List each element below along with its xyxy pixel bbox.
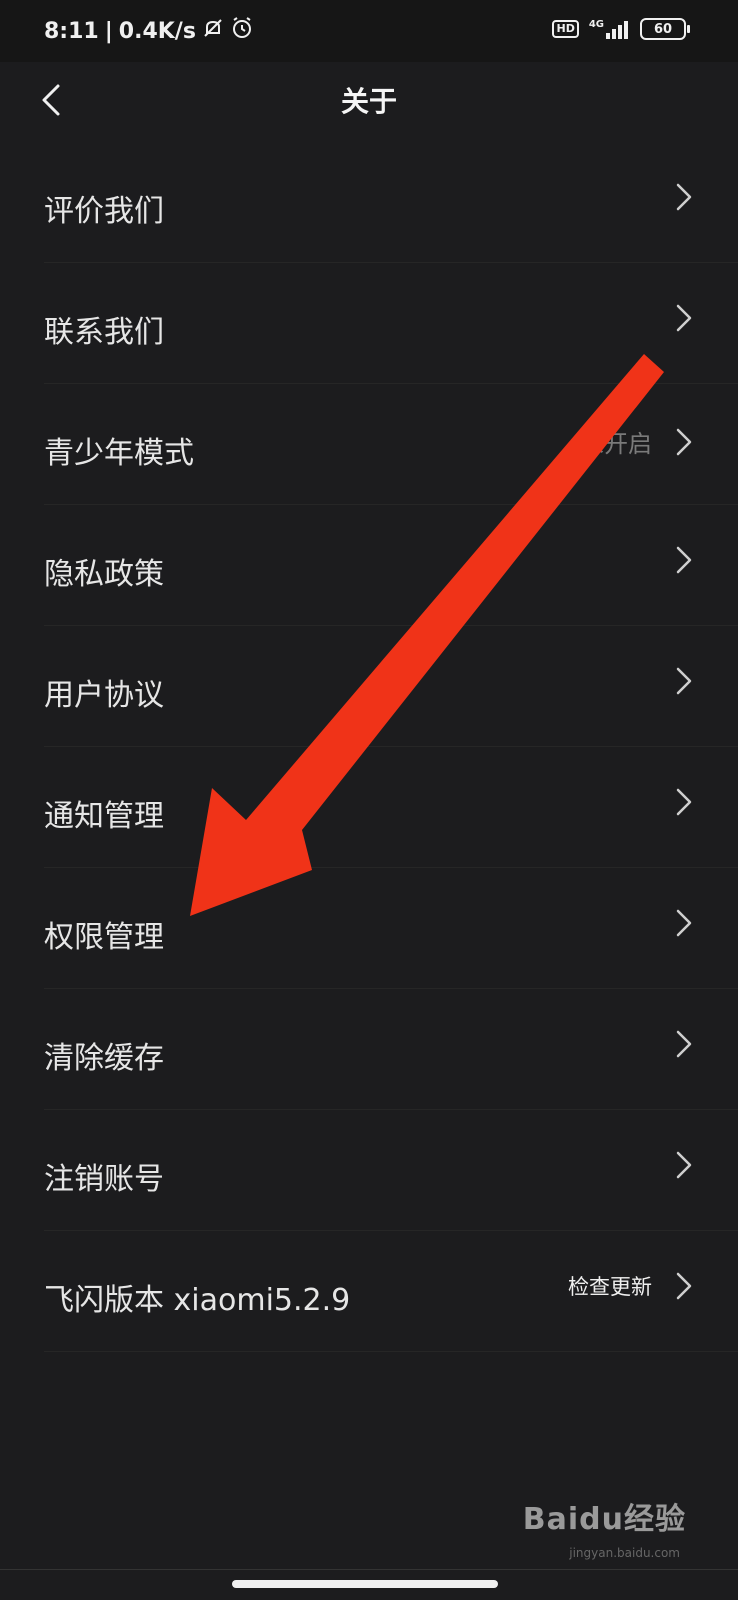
battery-level: 60 <box>653 21 673 37</box>
menu-item-label: 隐私政策 <box>44 557 164 592</box>
status-time: 8:11 <box>44 18 99 44</box>
menu-item-contact-us[interactable]: 联系我们 <box>44 263 738 384</box>
menu-item-label: 权限管理 <box>44 920 164 955</box>
watermark-url: jingyan.baidu.com <box>569 1546 680 1560</box>
signal-icon: 4G <box>589 19 630 39</box>
menu-item-trailing: 未开启 <box>580 424 694 459</box>
watermark-brand: Baidu经验 <box>522 1502 686 1537</box>
menu-item-trailing <box>674 545 694 575</box>
menu-item-trailing <box>674 303 694 333</box>
menu-item-clear-cache[interactable]: 清除缓存 <box>44 989 738 1110</box>
battery-icon: 60 <box>640 18 690 40</box>
menu-item-trailing <box>674 666 694 696</box>
network-speed: 0.4K/s <box>118 18 196 44</box>
menu-item-label: 注销账号 <box>44 1162 164 1197</box>
menu-item-trailing <box>674 1150 694 1180</box>
menu-item-user-agreement[interactable]: 用户协议 <box>44 626 738 747</box>
nav-bar: 关于 <box>0 62 738 142</box>
menu-item-teen-mode[interactable]: 青少年模式 未开启 <box>44 384 738 505</box>
alarm-icon <box>230 16 254 46</box>
home-indicator[interactable] <box>232 1580 498 1588</box>
status-bar: 8:11 | 0.4K/s HD 4G 60 <box>0 0 738 62</box>
menu-item-label: 通知管理 <box>44 799 164 834</box>
menu-item-app-version[interactable]: 飞闪版本 xiaomi5.2.9 检查更新 <box>44 1231 738 1352</box>
menu-item-label: 青少年模式 <box>44 436 194 471</box>
chevron-right-icon <box>676 909 692 937</box>
chevron-right-icon <box>676 788 692 816</box>
settings-list: 评价我们 联系我们 青少年模式 未开启 隐私政策 用户协议 通知管理 权限管理 … <box>0 142 738 1352</box>
status-separator: | <box>104 18 113 44</box>
signal-label: 4G <box>588 19 604 30</box>
chevron-right-icon <box>676 667 692 695</box>
chevron-right-icon <box>676 1030 692 1058</box>
status-left: 8:11 | 0.4K/s <box>44 16 254 46</box>
chevron-right-icon <box>676 546 692 574</box>
status-right: HD 4G 60 <box>552 18 690 40</box>
menu-item-trailing: 检查更新 <box>568 1271 694 1301</box>
chevron-right-icon <box>676 1151 692 1179</box>
hd-badge: HD <box>552 20 579 38</box>
page-title: 关于 <box>340 85 397 118</box>
check-update-link[interactable]: 检查更新 <box>568 1271 652 1301</box>
menu-item-rate-us[interactable]: 评价我们 <box>44 142 738 263</box>
menu-item-label: 飞闪版本 xiaomi5.2.9 <box>44 1283 351 1318</box>
menu-item-label: 用户协议 <box>44 678 164 713</box>
bell-off-icon <box>202 17 224 45</box>
menu-item-privacy-policy[interactable]: 隐私政策 <box>44 505 738 626</box>
menu-item-delete-account[interactable]: 注销账号 <box>44 1110 738 1231</box>
chevron-right-icon <box>676 183 692 211</box>
teen-mode-status: 未开启 <box>580 430 652 458</box>
divider <box>0 1569 738 1570</box>
menu-item-trailing <box>674 908 694 938</box>
menu-item-label: 清除缓存 <box>44 1041 164 1076</box>
menu-item-trailing <box>674 182 694 212</box>
menu-item-permission-management[interactable]: 权限管理 <box>44 868 738 989</box>
chevron-right-icon <box>676 304 692 332</box>
menu-item-notification-management[interactable]: 通知管理 <box>44 747 738 868</box>
menu-item-label: 评价我们 <box>44 194 164 229</box>
chevron-right-icon <box>676 1272 692 1300</box>
menu-item-trailing <box>674 1029 694 1059</box>
menu-item-label: 联系我们 <box>44 315 164 350</box>
baidu-watermark: Baidu经验 <box>523 1494 686 1538</box>
chevron-right-icon <box>676 428 692 455</box>
menu-item-trailing <box>674 787 694 817</box>
